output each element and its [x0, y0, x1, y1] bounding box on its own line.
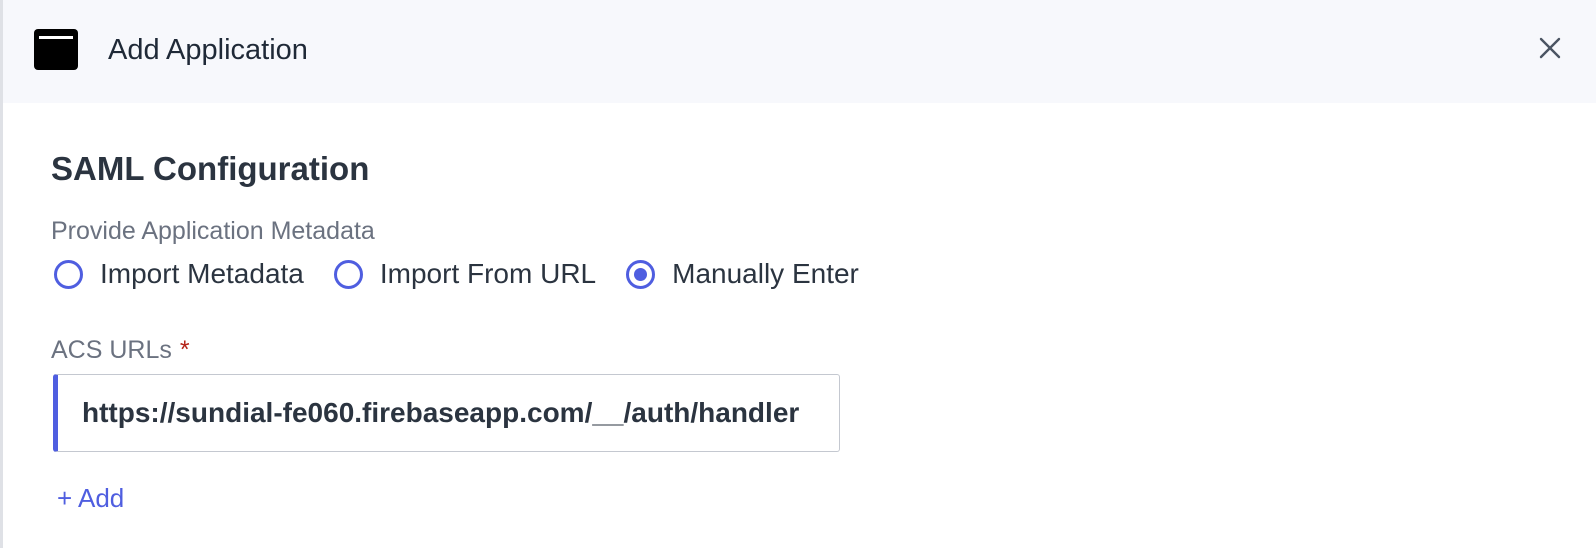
radio-button-selected[interactable] — [626, 259, 656, 289]
application-window-icon — [34, 29, 78, 70]
acs-urls-label: ACS URLs * — [51, 336, 190, 365]
radio-label: Manually Enter — [672, 258, 859, 289]
add-acs-url-link[interactable]: + Add — [57, 483, 124, 514]
radio-import-metadata[interactable]: Import Metadata — [54, 258, 304, 290]
radio-button[interactable] — [333, 259, 363, 289]
section-title: SAML Configuration — [51, 150, 370, 187]
radio-manually-enter[interactable]: Manually Enter — [626, 258, 859, 290]
close-icon — [1539, 37, 1561, 59]
dialog-title: Add Application — [108, 34, 308, 66]
radio-label: Import Metadata — [100, 258, 304, 289]
radio-label: Import From URL — [379, 258, 597, 289]
acs-url-input[interactable] — [53, 374, 840, 452]
metadata-radio-group: Import Metadata Import From URL Manually… — [54, 258, 889, 290]
metadata-label: Provide Application Metadata — [51, 217, 375, 245]
radio-import-from-url[interactable]: Import From URL — [333, 258, 597, 290]
close-button[interactable] — [1536, 34, 1564, 62]
acs-urls-label-text: ACS URLs — [51, 336, 172, 364]
add-application-dialog: Add Application SAML Configuration Provi… — [0, 0, 1596, 548]
required-marker: * — [179, 336, 190, 364]
radio-button[interactable] — [54, 259, 83, 289]
dialog-header: Add Application — [3, 0, 1596, 103]
